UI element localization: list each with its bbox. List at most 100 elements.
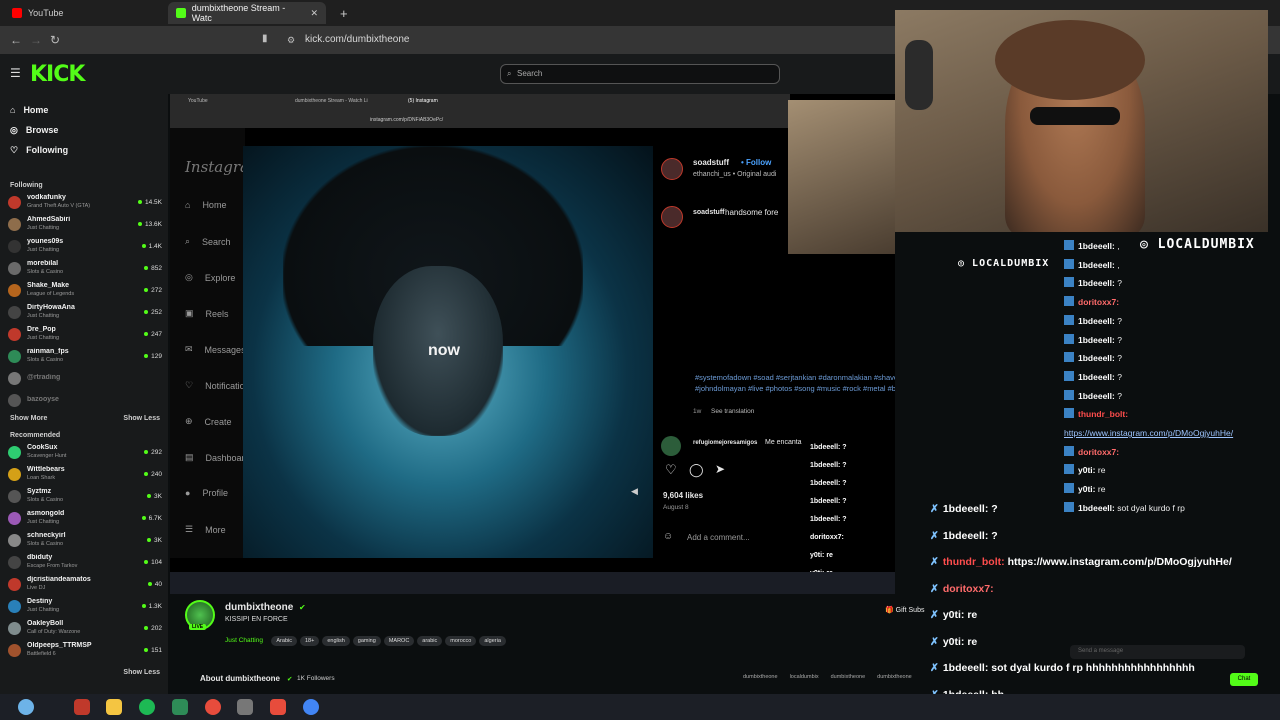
- app-icon[interactable]: [270, 699, 286, 715]
- chat-link[interactable]: https://www.instagram.com/p/DMoOgjyuhHe/: [1064, 428, 1233, 438]
- sidebar-channel[interactable]: OakleyBoll Call of Duty: Warzone 202: [0, 617, 168, 639]
- stream-tag[interactable]: algeria: [479, 636, 506, 646]
- site-info-icon[interactable]: ⚙: [287, 35, 295, 46]
- social-link[interactable]: dumbixtheone: [877, 674, 912, 680]
- sidebar-channel[interactable]: bazooyse: [0, 389, 168, 411]
- kick-logo[interactable]: KICK: [30, 62, 85, 87]
- sub-badge-icon: [1064, 445, 1074, 456]
- menu-icon[interactable]: ☰: [10, 66, 21, 80]
- opera-icon[interactable]: [205, 699, 221, 715]
- chat-username[interactable]: 1bdeeell:: [1078, 241, 1115, 251]
- chat-username[interactable]: 1bdeeell:: [1078, 391, 1115, 401]
- sidebar-channel[interactable]: DirtyHowaAna Just Chatting 252: [0, 301, 168, 323]
- steam-icon[interactable]: [237, 699, 253, 715]
- sidebar-channel[interactable]: rainman_fps Slots & Casino 129: [0, 345, 168, 367]
- stream-tag[interactable]: gaming: [352, 636, 381, 646]
- chat-username[interactable]: thundr_bolt:: [1078, 409, 1128, 419]
- chat-username[interactable]: doritoxx7:: [1078, 297, 1119, 307]
- viewer-number: 6.7K: [148, 514, 162, 522]
- chrome-icon[interactable]: [303, 699, 319, 715]
- brave-icon[interactable]: [74, 699, 90, 715]
- chat-username[interactable]: 1bdeeell:: [1078, 260, 1115, 270]
- captured-tab: (5) Instagram: [408, 98, 438, 104]
- stream-tag[interactable]: english: [322, 636, 350, 646]
- chat-username[interactable]: y0ti:: [1078, 465, 1095, 475]
- back-icon[interactable]: ←: [10, 33, 22, 47]
- chat-text: re: [967, 609, 978, 621]
- nav-following[interactable]: ♡ Following: [0, 140, 168, 160]
- search-input[interactable]: ⌕ Search: [500, 64, 780, 84]
- overlay-chat-line: doritoxx7:: [810, 534, 844, 541]
- instagram-sidebar: Instagram ⌂ Home ⌕ Search ◎ Explore ▣ Reels ✉ Mes…: [170, 128, 263, 558]
- sidebar-channel[interactable]: AhmedSabiri Just Chatting 13.6K: [0, 213, 168, 235]
- chat-username[interactable]: y0ti:: [1078, 484, 1095, 494]
- stream-player[interactable]: YouTube dumbixtheone Stream - Watch Li (…: [170, 94, 895, 594]
- post-time: 1w: [693, 408, 702, 415]
- close-tab-icon[interactable]: ✕: [310, 8, 318, 19]
- channel-name: Shake_Make: [27, 282, 70, 289]
- sidebar-channel[interactable]: morebilal Slots & Casino 852: [0, 257, 168, 279]
- live-dot: [141, 515, 146, 520]
- sidebar-channel[interactable]: schneckyirl Slots & Casino 3K: [0, 529, 168, 551]
- sidebar-channel[interactable]: Oldpeeps_TTRMSP Battlefield 6 151: [0, 639, 168, 661]
- reload-icon[interactable]: ↻: [50, 33, 60, 47]
- chat-username[interactable]: doritoxx7:: [1078, 447, 1119, 457]
- sidebar-channel[interactable]: Dre_Pop Just Chatting 247: [0, 323, 168, 345]
- sidebar-channel[interactable]: Wittlebears Loan Shark 240: [0, 463, 168, 485]
- channel-name[interactable]: dumbixtheone: [225, 602, 293, 613]
- viewer-count: 129: [144, 353, 162, 360]
- category-link[interactable]: Just Chatting: [225, 637, 263, 644]
- snowflake-icon[interactable]: [18, 699, 34, 715]
- stream-tag[interactable]: MAROC: [383, 636, 415, 646]
- chat-username[interactable]: 1bdeeell:: [1078, 335, 1115, 345]
- captured-tab: dumbixtheone Stream - Watch Li: [295, 98, 368, 104]
- nav-home[interactable]: ⌂ Home: [0, 100, 168, 120]
- tab-kick-stream[interactable]: dumbixtheone Stream - Watc ✕: [168, 2, 326, 24]
- live-dot: [144, 331, 149, 336]
- new-tab-icon[interactable]: +: [332, 2, 356, 24]
- channel-name: bazooyse: [27, 396, 59, 403]
- sidebar-channel[interactable]: CookSux Scavenger Hunt 292: [0, 441, 168, 463]
- show-less-button[interactable]: Show Less: [123, 669, 160, 676]
- viewer-count: 151: [144, 647, 162, 654]
- folder-icon[interactable]: [106, 699, 122, 715]
- social-link[interactable]: dumbixtheone: [831, 674, 866, 680]
- stream-tag[interactable]: Arabic: [271, 636, 297, 646]
- chat-username[interactable]: 1bdeeell:: [1078, 353, 1115, 363]
- stream-tag[interactable]: arabic: [417, 636, 443, 646]
- xbox-icon[interactable]: [172, 699, 188, 715]
- gift-subs-button[interactable]: 🎁 Gift Subs: [885, 606, 924, 614]
- sidebar-channel[interactable]: djcristiandeamatos Live DJ 40: [0, 573, 168, 595]
- chat-username: 1bdeeell:: [942, 503, 989, 515]
- sidebar-channel[interactable]: Shake_Make League of Legends 272: [0, 279, 168, 301]
- nav-browse[interactable]: ◎ Browse: [0, 120, 168, 140]
- sub-badge-icon: [1064, 314, 1074, 325]
- overlay-chat-message: ✗ y0ti: re: [930, 629, 1280, 656]
- viewer-number: 1.4K: [148, 242, 162, 250]
- sidebar-channel[interactable]: dbiduty Escape From Tarkov 104: [0, 551, 168, 573]
- sidebar-channel[interactable]: @rtrading: [0, 367, 168, 389]
- chat-message: 1bdeeell: ,: [1050, 237, 1233, 256]
- forward-icon[interactable]: →: [30, 33, 42, 47]
- sidebar-channel[interactable]: vodkafunky Grand Theft Auto V (GTA) 14.5K: [0, 191, 168, 213]
- spotify-icon[interactable]: [139, 699, 155, 715]
- sidebar-channel[interactable]: asmongold Just Chatting 6.7K: [0, 507, 168, 529]
- show-more-button[interactable]: Show More: [10, 415, 47, 422]
- tab-youtube[interactable]: YouTube: [4, 2, 169, 24]
- stream-tag[interactable]: morocco: [445, 636, 477, 646]
- sidebar-channel[interactable]: younes09s Just Chatting 1.4K: [0, 235, 168, 257]
- stream-tag[interactable]: 18+: [299, 636, 320, 646]
- social-link[interactable]: localdumbix: [790, 674, 819, 680]
- bookmark-icon[interactable]: ▮: [262, 33, 268, 44]
- channel-category: Slots & Casino: [27, 269, 64, 275]
- url-field[interactable]: kick.com/dumbixtheone: [305, 34, 410, 45]
- chat-username[interactable]: 1bdeeell:: [1078, 372, 1115, 382]
- sidebar-channel[interactable]: Syztmz Slots & Casino 3K: [0, 485, 168, 507]
- chat-username[interactable]: 1bdeeell:: [1078, 316, 1115, 326]
- channel-name: Oldpeeps_TTRMSP: [27, 642, 92, 649]
- viewer-count: 292: [144, 449, 162, 456]
- sidebar-channel[interactable]: Destiny Just Chatting 1.3K: [0, 595, 168, 617]
- chat-username[interactable]: 1bdeeell:: [1078, 278, 1115, 288]
- show-less-button[interactable]: Show Less: [123, 415, 160, 422]
- social-link[interactable]: dumbixtheone: [743, 674, 778, 680]
